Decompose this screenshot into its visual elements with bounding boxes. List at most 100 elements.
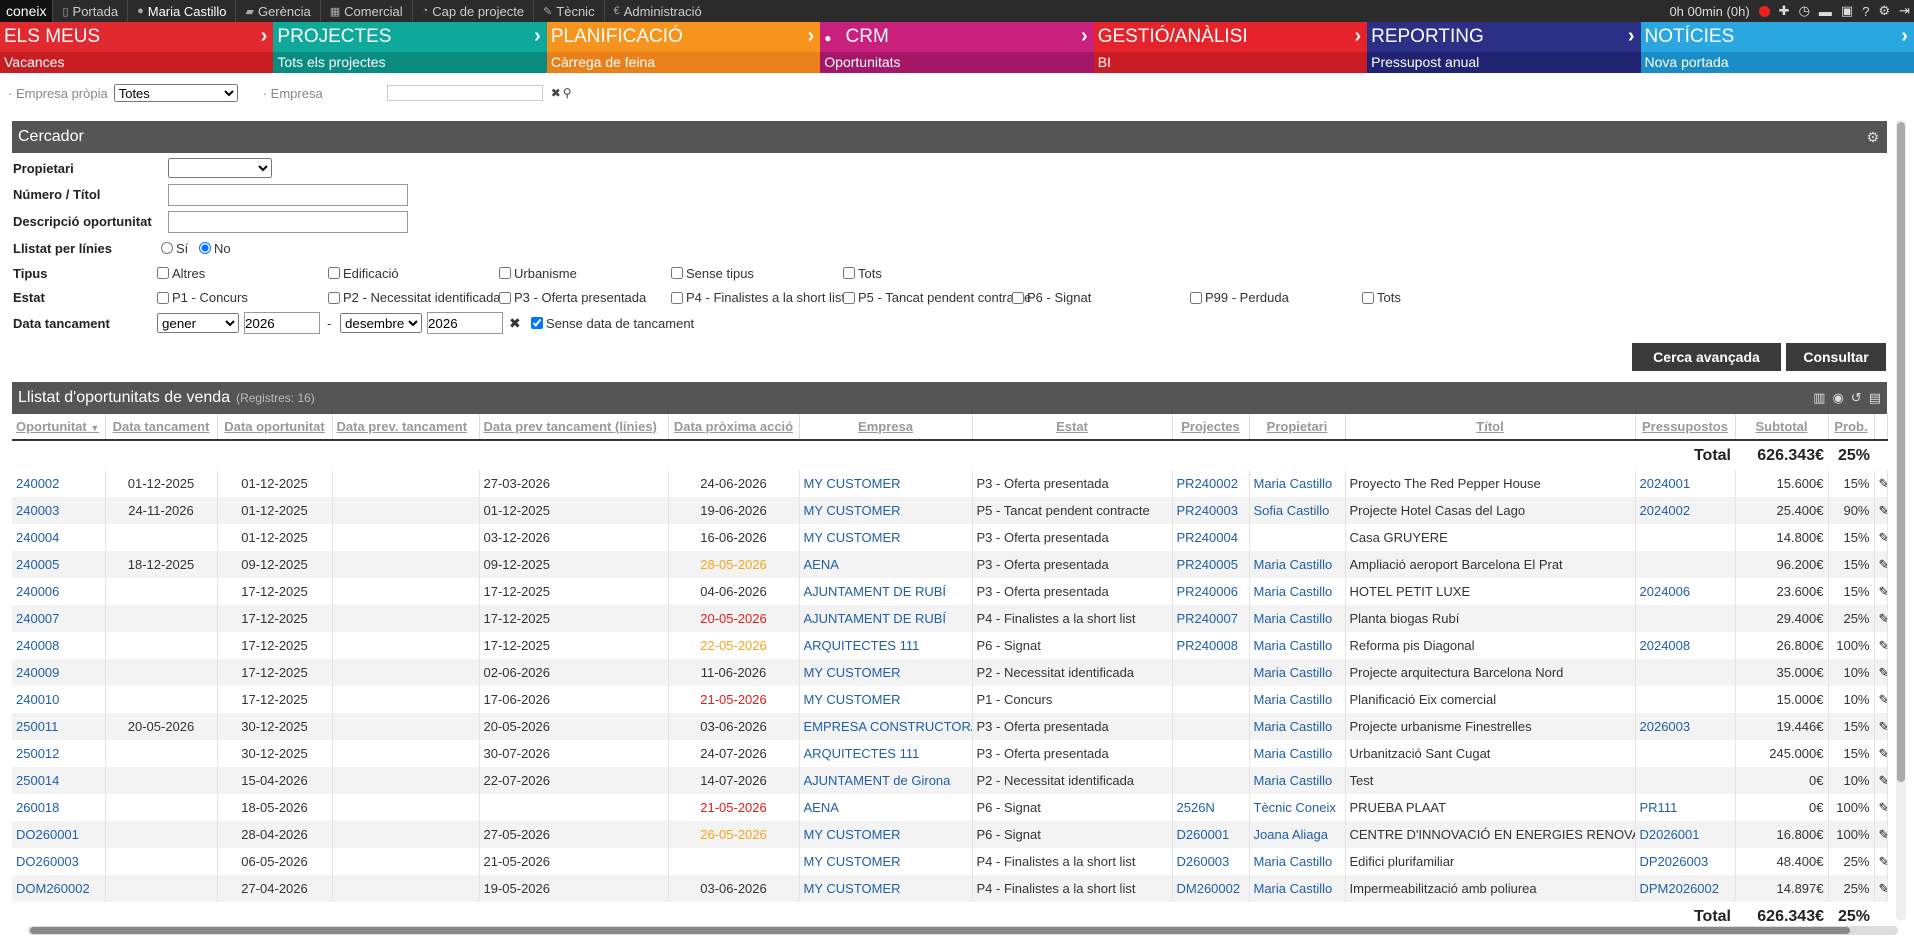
cell-proj[interactable]: [1172, 767, 1250, 794]
cell-pres[interactable]: PR111: [1635, 794, 1736, 821]
module-subtitle[interactable]: Vacances: [4, 54, 64, 70]
cell-op[interactable]: 250012: [12, 740, 106, 767]
cell-prop[interactable]: Maria Castillo: [1249, 470, 1346, 497]
cell-prop[interactable]: Tècnic Coneix: [1249, 794, 1346, 821]
sense-data-checkbox[interactable]: Sense data de tancament: [531, 316, 694, 331]
chevron-right-icon[interactable]: ›: [261, 25, 268, 48]
cell-op[interactable]: 240006: [12, 578, 106, 605]
top-nav-item[interactable]: ● Maria Castillo: [127, 0, 235, 22]
column-header[interactable]: Data pròxima acció: [668, 414, 800, 441]
cell-pres[interactable]: D2026001: [1635, 821, 1736, 848]
cell-emp[interactable]: ARQUITECTES 111: [799, 740, 973, 767]
column-header[interactable]: Propietari: [1249, 414, 1346, 441]
cell-pres[interactable]: 2024002: [1635, 497, 1736, 524]
cell-emp[interactable]: AJUNTAMENT DE RUBÍ: [799, 578, 973, 605]
cell-prop[interactable]: Maria Castillo: [1249, 686, 1346, 713]
cell-pres[interactable]: DPM2026002: [1635, 875, 1736, 902]
edit-icon[interactable]: ✎: [1879, 800, 1887, 815]
cell-op[interactable]: 250014: [12, 767, 106, 794]
top-nav-item[interactable]: ✎ Tècnic: [533, 0, 604, 22]
cell-emp[interactable]: MY CUSTOMER: [799, 524, 973, 551]
top-nav-item[interactable]: ▰ Gerència: [235, 0, 319, 22]
edit-icon[interactable]: ✎: [1879, 746, 1887, 761]
module-2[interactable]: PROJECTES Tots els projectes ›: [273, 22, 547, 73]
eye-icon[interactable]: ◉: [1832, 382, 1843, 414]
cell-emp[interactable]: AJUNTAMENT DE RUBÍ: [799, 605, 973, 632]
chevron-right-icon[interactable]: ›: [808, 25, 815, 48]
sort-desc-icon[interactable]: ▼: [90, 423, 99, 433]
consultar-button[interactable]: Consultar: [1786, 343, 1886, 371]
cell-pres[interactable]: [1635, 740, 1736, 767]
cell-proj[interactable]: DM260002: [1172, 875, 1250, 902]
cell-prop[interactable]: Maria Castillo: [1249, 740, 1346, 767]
cell-proj[interactable]: PR240005: [1172, 551, 1250, 578]
cerca-avancada-button[interactable]: Cerca avançada: [1632, 343, 1781, 371]
cell-op[interactable]: 240004: [12, 524, 106, 551]
module-subtitle[interactable]: Pressupost anual: [1371, 54, 1479, 70]
edit-icon[interactable]: ✎: [1879, 665, 1887, 680]
refresh-icon[interactable]: ↺: [1851, 382, 1862, 414]
cell-prop[interactable]: Maria Castillo: [1249, 659, 1346, 686]
module-subtitle[interactable]: Tots els projectes: [277, 54, 385, 70]
edit-icon[interactable]: ✎: [1879, 530, 1887, 545]
cell-pres[interactable]: [1635, 767, 1736, 794]
cell-op[interactable]: DO260001: [12, 821, 106, 848]
column-header[interactable]: Projectes: [1172, 414, 1250, 441]
cell-pres[interactable]: 2024006: [1635, 578, 1736, 605]
cell-emp[interactable]: MY CUSTOMER: [799, 659, 973, 686]
cell-op[interactable]: 250011: [12, 713, 106, 740]
tipus-checkbox[interactable]: Edificació: [328, 266, 399, 281]
cell-op[interactable]: 240010: [12, 686, 106, 713]
brand-logo[interactable]: coneix: [0, 0, 53, 22]
edit-icon[interactable]: ✎: [1879, 584, 1887, 599]
module-subtitle[interactable]: Nova portada: [1645, 54, 1729, 70]
top-nav-item[interactable]: € Administració: [603, 0, 711, 22]
help-icon[interactable]: ?: [1862, 4, 1869, 19]
cell-prop[interactable]: Maria Castillo: [1249, 605, 1346, 632]
estat-checkbox[interactable]: Tots: [1362, 290, 1401, 305]
year-from-input[interactable]: [244, 312, 320, 334]
chevron-right-icon[interactable]: ›: [1901, 25, 1908, 48]
cell-proj[interactable]: 2526N: [1172, 794, 1250, 821]
edit-icon[interactable]: ✎: [1879, 503, 1887, 518]
cell-emp[interactable]: MY CUSTOMER: [799, 686, 973, 713]
cell-prop[interactable]: Maria Castillo: [1249, 578, 1346, 605]
module-subtitle[interactable]: BI: [1098, 54, 1111, 70]
cell-op[interactable]: DOM260002: [12, 875, 106, 902]
top-nav-item[interactable]: ▦ Comercial: [319, 0, 412, 22]
module-4[interactable]: ● CRM Oportunitats ›: [820, 22, 1094, 73]
edit-icon[interactable]: ✎: [1879, 476, 1887, 491]
cell-proj[interactable]: PR240003: [1172, 497, 1250, 524]
cell-op[interactable]: 240005: [12, 551, 106, 578]
cell-pres[interactable]: 2024001: [1635, 470, 1736, 497]
cell-proj[interactable]: PR240002: [1172, 470, 1250, 497]
tipus-checkbox[interactable]: Urbanisme: [499, 266, 577, 281]
month-from-select[interactable]: gener: [157, 313, 239, 333]
tipus-checkbox[interactable]: Sense tipus: [671, 266, 754, 281]
edit-icon[interactable]: ✎: [1879, 692, 1887, 707]
clock-icon[interactable]: ◷: [1799, 3, 1810, 19]
cell-proj[interactable]: [1172, 659, 1250, 686]
cell-proj[interactable]: PR240006: [1172, 578, 1250, 605]
cell-emp[interactable]: MY CUSTOMER: [799, 848, 973, 875]
module-1[interactable]: ELS MEUS Vacances ›: [0, 22, 274, 73]
cell-emp[interactable]: MY CUSTOMER: [799, 875, 973, 902]
cell-proj[interactable]: PR240008: [1172, 632, 1250, 659]
module-subtitle[interactable]: Oportunitats: [824, 54, 900, 70]
column-header[interactable]: Data prev tancament (línies): [479, 414, 669, 441]
month-to-select[interactable]: desembre: [340, 313, 422, 333]
module-subtitle[interactable]: Càrrega de feina: [551, 54, 655, 70]
cell-pres[interactable]: 2024008: [1635, 632, 1736, 659]
contact-icon[interactable]: ▣: [1841, 3, 1853, 19]
estat-checkbox[interactable]: P99 - Perduda: [1190, 290, 1289, 305]
cell-prop[interactable]: Maria Castillo: [1249, 767, 1346, 794]
column-header[interactable]: Prob.: [1828, 414, 1875, 441]
gear-icon[interactable]: ⚙: [1878, 3, 1890, 19]
cell-emp[interactable]: EMPRESA CONSTRUCTORA: [799, 713, 973, 740]
empresa-propia-select[interactable]: Totes: [113, 84, 238, 102]
tipus-checkbox[interactable]: Tots: [843, 266, 882, 281]
estat-checkbox[interactable]: P6 - Signat: [1012, 290, 1091, 305]
cell-op[interactable]: 240002: [12, 470, 106, 497]
excel-icon[interactable]: ▤: [1869, 382, 1881, 414]
cell-op[interactable]: 240008: [12, 632, 106, 659]
